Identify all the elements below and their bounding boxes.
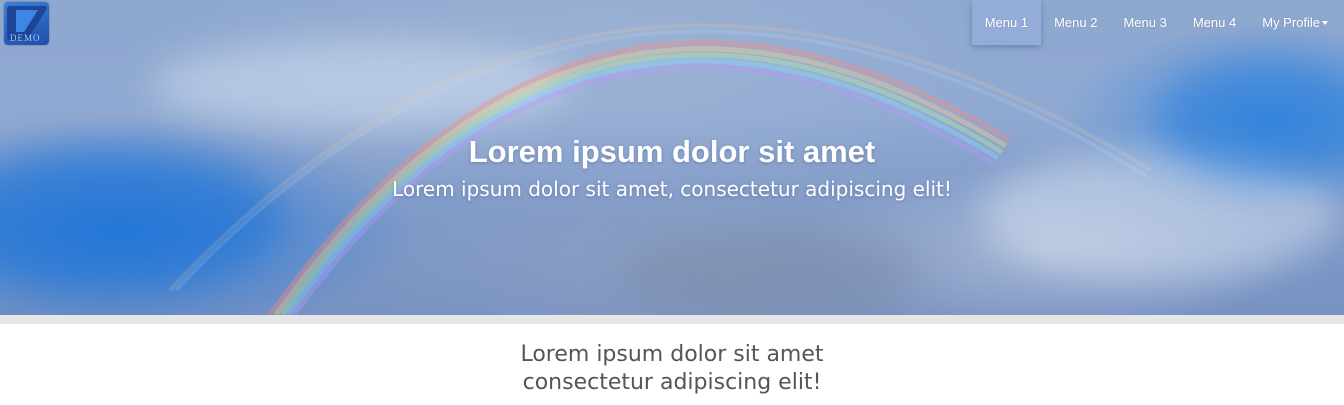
- caret-down-icon: [1322, 20, 1328, 25]
- content-heading-line-1: Lorem ipsum dolor sit amet: [520, 342, 824, 367]
- content-heading-line-2: consectetur adipiscing elit!: [522, 370, 822, 395]
- nav-item-my-profile[interactable]: My Profile: [1249, 0, 1344, 45]
- profile-label: My Profile: [1262, 15, 1320, 30]
- hero-banner: DEMO Menu 1 Menu 2 Menu 3 Menu 4 My Prof…: [0, 0, 1344, 315]
- top-nav: Menu 1 Menu 2 Menu 3 Menu 4 My Profile: [971, 0, 1344, 45]
- hero-subtitle: Lorem ipsum dolor sit amet, consectetur …: [392, 177, 952, 201]
- nav-item-menu-2[interactable]: Menu 2: [1041, 0, 1110, 45]
- nav-item-menu-3[interactable]: Menu 3: [1110, 0, 1179, 45]
- nav-item-menu-4[interactable]: Menu 4: [1180, 0, 1249, 45]
- logo-text: DEMO: [10, 33, 41, 43]
- nav-item-menu-1[interactable]: Menu 1: [971, 0, 1042, 45]
- page: DEMO Menu 1 Menu 2 Menu 3 Menu 4 My Prof…: [0, 0, 1344, 405]
- site-logo[interactable]: DEMO: [4, 2, 49, 45]
- section-divider: [0, 315, 1344, 324]
- hero-title: Lorem ipsum dolor sit amet: [468, 134, 876, 169]
